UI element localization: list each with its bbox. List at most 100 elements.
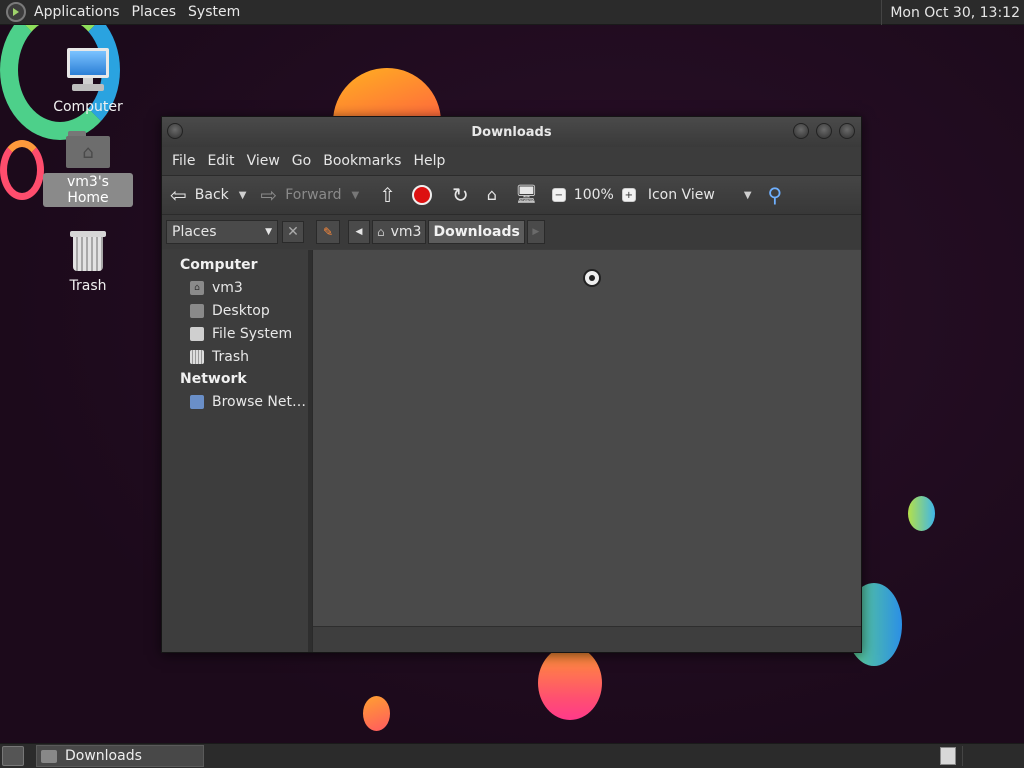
window-title: Downloads [471,124,552,140]
places-sidebar: Computer ⌂ vm3 Desktop File System Trash… [162,250,312,652]
system-menu[interactable]: System [182,4,246,20]
network-icon [190,394,204,409]
chevron-left-icon: ◀ [355,227,363,237]
minimize-button[interactable] [793,123,809,139]
sidebar-type-select[interactable]: Places ▼ [166,220,278,244]
chevron-right-icon: ▶ [532,227,540,237]
trash-icon [190,349,204,364]
computer-icon [64,46,112,94]
sidebar-heading-computer: Computer [180,257,258,273]
zoom-level[interactable]: 100% [574,180,614,210]
wallpaper-shape [908,496,935,531]
breadcrumb: ✎ ◀ ⌂ vm3 Downloads ▶ [316,219,547,245]
view-mode-select[interactable]: Icon View [648,180,744,210]
reload-button[interactable]: ↻ [452,180,469,210]
show-desktop-icon[interactable] [2,746,24,766]
search-icon: ⚲ [767,183,783,207]
file-manager-window: Downloads File Edit View Go Bookmarks He… [161,116,862,653]
bottom-panel: Downloads [0,743,1024,768]
desktop-folder-icon [190,303,204,318]
workspace-switcher[interactable] [940,747,956,765]
sidebar-item-label: Trash [212,348,249,365]
close-icon: ✕ [287,224,299,240]
zoom-in-icon[interactable]: + [621,188,636,202]
view-mode-dropdown-icon[interactable]: ▼ [744,190,752,201]
sidebar-item-vm3[interactable]: ⌂ vm3 [162,276,308,299]
search-button[interactable]: ⚲ [768,180,783,210]
mouse-pointer-busy-icon [583,269,601,287]
sidebar-type-label: Places [172,224,217,240]
location-bar: Places ▼ ✕ ✎ ◀ ⌂ vm3 Downloads ▶ [162,215,861,249]
chevron-down-icon: ▼ [265,227,272,237]
back-arrow-icon: ⇦ [170,183,187,207]
breadcrumb-vm3[interactable]: ⌂ vm3 [372,220,427,244]
menu-edit[interactable]: Edit [201,153,240,169]
desktop-icon-label: Computer [53,99,123,115]
breadcrumb-right-button[interactable]: ▶ [526,220,545,244]
sidebar-item-browse-network[interactable]: Browse Net… [162,390,308,413]
up-arrow-icon: ⇧ [379,183,397,207]
top-menu: Applications Places System [28,0,246,25]
taskbar-item-downloads[interactable]: Downloads [36,745,204,767]
breadcrumb-left-button[interactable]: ◀ [348,220,370,244]
reload-icon: ↻ [452,183,469,207]
menu-help[interactable]: Help [407,153,451,169]
menubar: File Edit View Go Bookmarks Help [162,147,861,175]
home-icon: ⌂ [486,185,497,204]
forward-arrow-icon: ⇨ [260,183,278,207]
forward-history-dropdown-icon[interactable]: ▼ [352,190,360,201]
close-sidebar-button[interactable]: ✕ [282,221,304,243]
stop-button[interactable] [412,185,433,205]
home-folder-icon: ⌂ [377,225,385,239]
drive-icon [190,326,204,341]
places-menu[interactable]: Places [126,4,183,20]
applications-menu[interactable]: Applications [28,4,126,20]
menu-file[interactable]: File [166,153,201,169]
forward-button[interactable]: ⇨ Forward [260,180,341,210]
file-view[interactable] [312,250,861,652]
clock[interactable]: Mon Oct 30, 13:12 [881,0,1024,25]
computer-button[interactable]: 🖥 [515,180,538,210]
sidebar-item-file-system[interactable]: File System [162,322,308,345]
sidebar-heading-network: Network [180,371,247,387]
maximize-button[interactable] [816,123,832,139]
computer-icon: 🖥 [514,184,538,205]
toolbar: ⇦ Back ▼ ⇨ Forward ▼ ⇧ ↻ ⌂ 🖥 − 100% + Ic… [162,175,861,215]
wallpaper-shape [0,140,44,200]
taskbar-item-label: Downloads [65,748,142,764]
top-panel: Applications Places System Mon Oct 30, 1… [0,0,1024,25]
desktop-icon-label: vm3's Home [43,173,133,207]
mate-logo-icon[interactable] [6,2,26,22]
statusbar [313,626,861,652]
breadcrumb-downloads[interactable]: Downloads [428,220,525,244]
desktop-icon-label: Trash [69,278,107,294]
menu-go[interactable]: Go [286,153,317,169]
sidebar-item-trash[interactable]: Trash [162,345,308,368]
trash-icon [70,229,106,273]
main-panes: Computer ⌂ vm3 Desktop File System Trash… [162,250,861,652]
home-button[interactable]: ⌂ [487,180,497,210]
window-menu-button[interactable] [167,123,183,139]
desktop-icon-trash[interactable]: Trash [43,229,133,295]
edit-icon: ✎ [322,225,334,239]
back-history-dropdown-icon[interactable]: ▼ [239,190,247,201]
desktop-icon-home[interactable]: ⌂ vm3's Home [43,129,133,207]
panel-applet-area [962,746,1020,766]
close-button[interactable] [839,123,855,139]
window-titlebar[interactable]: Downloads [162,117,861,147]
breadcrumb-label: vm3 [390,224,422,240]
folder-icon [41,749,57,763]
desktop-icon-computer[interactable]: Computer [43,46,133,116]
sidebar-item-label: vm3 [212,279,243,296]
up-button[interactable]: ⇧ [379,180,396,210]
sidebar-item-label: Browse Net… [212,393,307,410]
breadcrumb-label: Downloads [433,224,520,240]
wallpaper-shape [538,646,602,720]
sidebar-item-label: File System [212,325,293,342]
menu-bookmarks[interactable]: Bookmarks [317,153,407,169]
zoom-out-icon[interactable]: − [551,188,566,202]
toggle-location-entry-button[interactable]: ✎ [316,220,340,244]
sidebar-item-desktop[interactable]: Desktop [162,299,308,322]
back-button[interactable]: ⇦ Back [170,180,229,210]
menu-view[interactable]: View [241,153,286,169]
